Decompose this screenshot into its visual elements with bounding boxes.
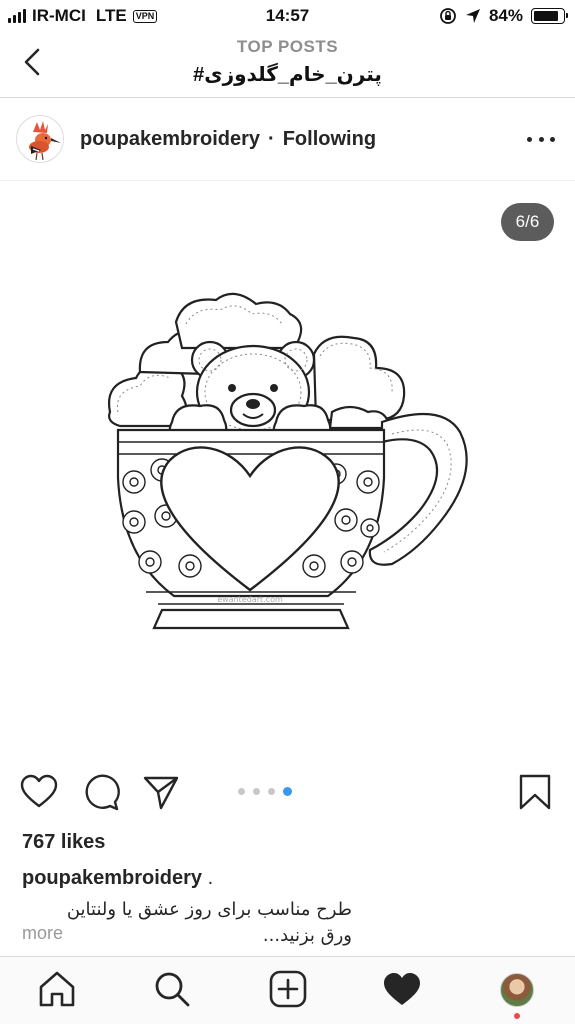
add-post-icon[interactable] (268, 969, 308, 1009)
battery-icon (531, 8, 568, 24)
cup-base (152, 608, 350, 630)
more-options-icon[interactable] (527, 127, 555, 151)
post-actions (0, 768, 575, 818)
hoopoe-bird-icon (29, 121, 61, 161)
page-subtitle: TOP POSTS (236, 37, 339, 56)
bottom-navigation (0, 956, 575, 1024)
teacup-bear-illustration: ewantedart.com (107, 292, 468, 630)
home-icon[interactable] (37, 969, 77, 1009)
carousel-dot-active (283, 787, 292, 796)
post-media[interactable]: 6/6 ewantedart.com (0, 182, 575, 757)
post-caption: طرح مناسب برای روز عشق یا ولنتاین ورق بز… (22, 897, 352, 949)
carousel-dot (268, 788, 275, 795)
carousel-dot (238, 788, 245, 795)
media-counter: 6/6 (501, 203, 554, 241)
activity-heart-icon[interactable] (382, 969, 422, 1009)
page-title: #پترن_خام_گلدوزی (193, 64, 382, 86)
comment-icon[interactable] (80, 772, 120, 812)
bookmark-icon[interactable] (515, 772, 555, 812)
like-count[interactable]: 767 likes (22, 831, 105, 854)
notification-dot (514, 1013, 520, 1019)
caption-line-2: ورق بزنید... (262, 925, 352, 946)
heart-outline-icon[interactable] (19, 772, 59, 812)
user-avatar[interactable] (16, 115, 64, 163)
send-icon[interactable] (141, 772, 181, 812)
caption-more-link[interactable]: more (22, 923, 63, 944)
status-bar: IR-MCI LTE VPN 14:57 84% (0, 0, 575, 32)
top-navigation: TOP POSTS #پترن_خام_گلدوزی (0, 32, 575, 98)
battery-percent: 84% (488, 6, 523, 25)
post-header: poupakembroidery · Following (0, 99, 575, 181)
caption-line-1: طرح مناسب برای روز عشق یا ولنتاین (66, 899, 352, 920)
separator-dot: · (268, 128, 275, 150)
caption-dot: . (207, 867, 214, 889)
location-arrow-icon (465, 9, 480, 23)
post-username[interactable]: poupakembroidery (80, 128, 260, 150)
post-user-line: poupakembroidery · Following (80, 128, 376, 151)
profile-avatar[interactable] (500, 973, 534, 1007)
search-icon[interactable] (152, 969, 192, 1009)
cloud-top (174, 292, 303, 350)
caption-username[interactable]: poupakembroidery (22, 867, 202, 889)
caption-user-line: poupakembroidery . (22, 867, 213, 890)
rotation-lock-icon (440, 8, 456, 24)
following-status[interactable]: Following (283, 128, 376, 150)
carousel-indicator (238, 787, 292, 796)
status-right: 84% (439, 6, 568, 26)
carousel-dot (253, 788, 260, 795)
watermark-text: ewantedart.com (217, 595, 283, 604)
